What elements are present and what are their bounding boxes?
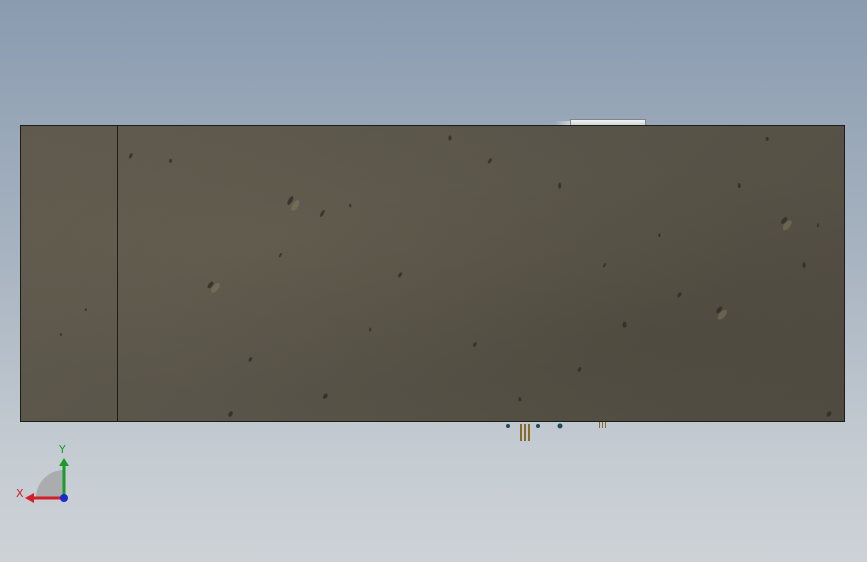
triad-y-label: Y (59, 443, 66, 456)
model-surface-texture (59, 135, 832, 417)
triad-z-axis-icon (60, 494, 68, 502)
model-underside-parts (506, 422, 606, 441)
triad-x-arrow-icon (25, 493, 34, 503)
graphics-viewport[interactable]: X Y (0, 0, 867, 562)
triad-y-arrow-icon (59, 458, 69, 466)
triad-plane-icon (36, 470, 64, 498)
model-block[interactable] (20, 125, 845, 422)
triad-x-label: X (16, 487, 24, 500)
model-edge-line (117, 126, 118, 421)
